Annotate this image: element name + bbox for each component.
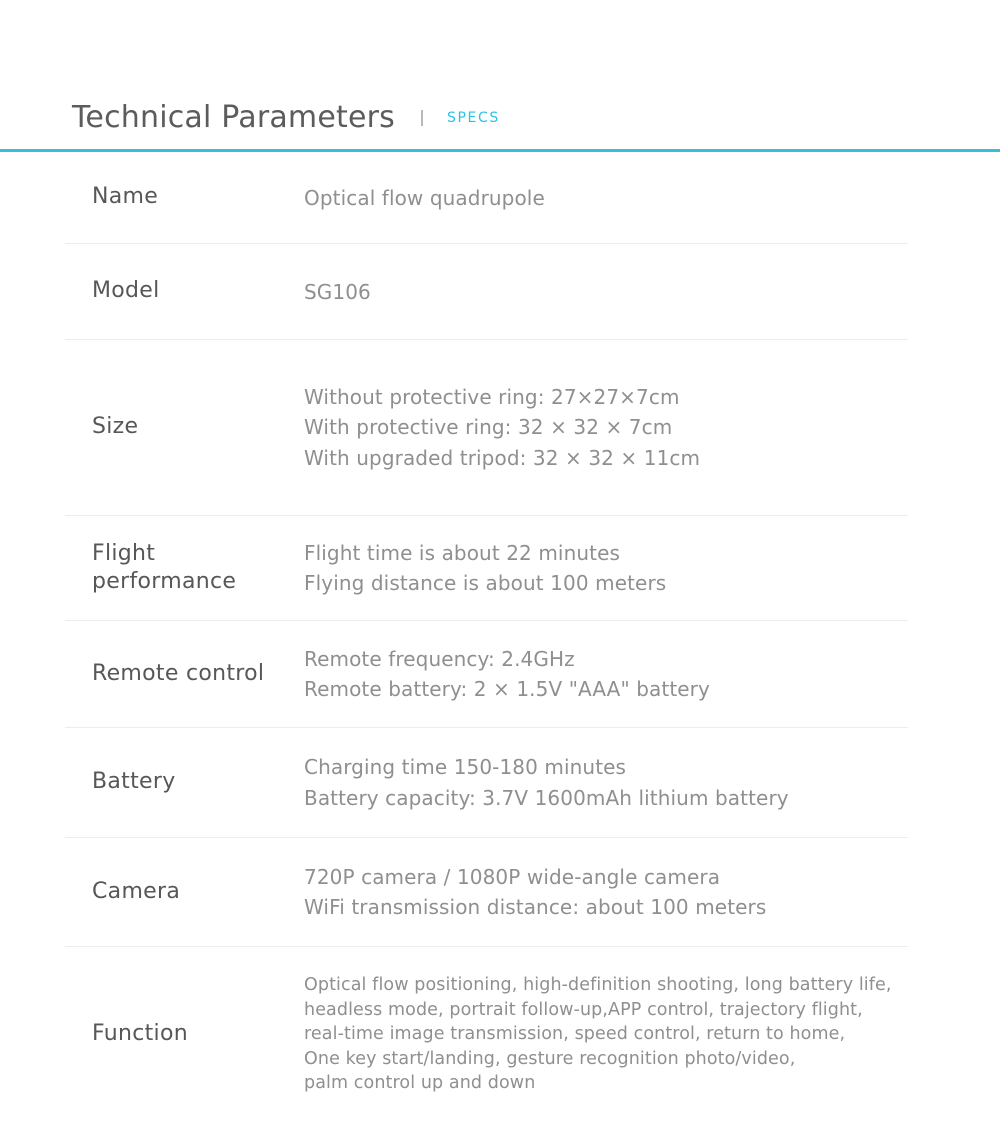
- spec-value-line: Optical flow positioning, high-definitio…: [304, 975, 892, 996]
- table-row: Size Without protective ring: 27×27×7cm …: [65, 340, 908, 516]
- spec-value-line: headless mode, portrait follow-up,APP co…: [304, 999, 863, 1020]
- table-row: Battery Charging time 150-180 minutes Ba…: [65, 728, 908, 838]
- spec-value-line: 720P camera / 1080P wide-angle camera: [304, 864, 721, 889]
- spec-value-line: palm control up and down: [304, 1073, 536, 1094]
- page-header: Technical Parameters SPECS: [0, 86, 1000, 150]
- spec-label: Size: [92, 414, 139, 440]
- table-row: Remote control Remote frequency: 2.4GHz …: [65, 621, 908, 728]
- spec-value-line: Remote battery: 2 × 1.5V "AAA" battery: [304, 677, 710, 701]
- spec-label: Camera: [92, 878, 181, 904]
- spec-label: Battery: [92, 769, 176, 795]
- spec-value-line: Flying distance is about 100 meters: [304, 571, 667, 595]
- spec-value-line: SG106: [304, 279, 371, 304]
- spec-value-line: Remote frequency: 2.4GHz: [304, 646, 575, 671]
- spec-value: SG106: [304, 280, 908, 304]
- spec-label: Remote control: [92, 661, 265, 687]
- spec-value: Optical flow positioning, high-definitio…: [304, 973, 908, 1096]
- spec-label: Model: [92, 278, 160, 304]
- spec-value-line: real-time image transmission, speed cont…: [304, 1024, 846, 1045]
- spec-value: 720P camera / 1080P wide-angle camera Wi…: [304, 862, 908, 922]
- spec-value-line: One key start/landing, gesture recogniti…: [304, 1048, 796, 1069]
- table-row: Camera 720P camera / 1080P wide-angle ca…: [65, 838, 908, 947]
- table-row: Model SG106: [65, 244, 908, 340]
- spec-value: Flight time is about 22 minutes Flying d…: [304, 538, 908, 598]
- spec-value-line: Battery capacity: 3.7V 1600mAh lithium b…: [304, 785, 789, 810]
- spec-value: Optical flow quadrupole: [304, 186, 908, 210]
- spec-value-line: Charging time 150-180 minutes: [304, 755, 627, 780]
- spec-label: Flight performance: [92, 541, 237, 594]
- spec-value: Charging time 150-180 minutes Battery ca…: [304, 752, 908, 812]
- table-row: Name Optical flow quadrupole: [65, 152, 908, 244]
- spec-value-line: Without protective ring: 27×27×7cm: [304, 385, 680, 410]
- spec-value-line: With protective ring: 32 × 32 × 7cm: [304, 415, 673, 440]
- spec-value-line: Optical flow quadrupole: [304, 185, 545, 210]
- page-title: Technical Parameters: [72, 100, 395, 135]
- header-divider: [421, 110, 423, 126]
- spec-label: Name: [92, 184, 159, 210]
- spec-sheet-page: Technical Parameters SPECS Name Optical …: [0, 0, 1000, 1133]
- spec-value-line: WiFi transmission distance: about 100 me…: [304, 895, 767, 919]
- specs-tag: SPECS: [447, 110, 500, 126]
- spec-value: Remote frequency: 2.4GHz Remote battery:…: [304, 644, 908, 704]
- table-row: Function Optical flow positioning, high-…: [65, 947, 908, 1122]
- spec-table: Name Optical flow quadrupole Model SG106…: [65, 152, 908, 1122]
- spec-label: Function: [92, 1021, 188, 1047]
- spec-value: Without protective ring: 27×27×7cm With …: [304, 382, 908, 473]
- spec-value-line: With upgraded tripod: 32 × 32 × 11cm: [304, 445, 701, 470]
- spec-value-line: Flight time is about 22 minutes: [304, 540, 620, 565]
- table-row: Flight performance Flight time is about …: [65, 516, 908, 621]
